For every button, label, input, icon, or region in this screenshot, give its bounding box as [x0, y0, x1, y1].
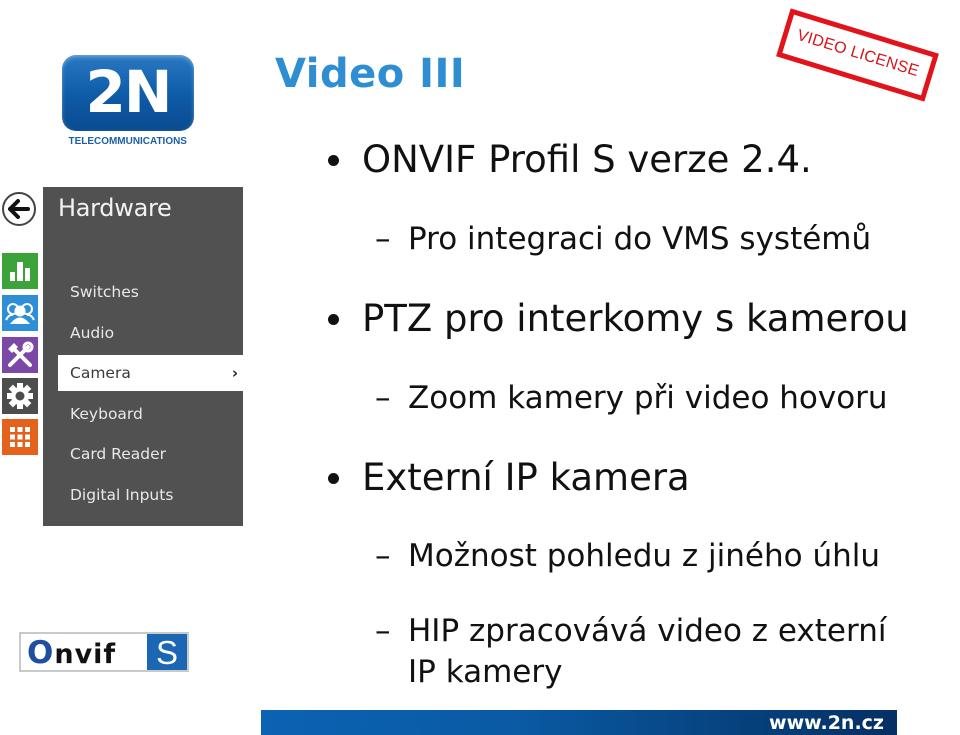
menu-item-camera[interactable]: Camera › — [58, 355, 250, 391]
stamp-text: VIDEO LICENSE — [794, 26, 921, 81]
sidebar-users-button[interactable] — [2, 295, 38, 331]
sub-bullet-angle: – Možnost pohledu z jiného úhlu — [375, 536, 881, 576]
sub-bullet-zoom: – Zoom kamery při video hovoru — [375, 378, 888, 418]
sub-bullet-text: Zoom kamery při video hovoru — [408, 380, 888, 416]
2n-logo-badge: 2N — [62, 55, 194, 131]
grid-icon — [10, 427, 30, 447]
status-icon — [10, 262, 30, 281]
sub-bullet-text: HIP zpracovává video z externí — [408, 613, 887, 649]
onvif-wordmark: Onvif — [27, 636, 116, 672]
onvif-profile-letter: S — [147, 634, 187, 671]
menu-item-label: Card Reader — [70, 445, 167, 463]
chevron-right-icon: › — [231, 364, 238, 382]
sub-bullet-vms: – Pro integraci do VMS systémů — [375, 219, 872, 259]
sidebar-hardware-button[interactable] — [2, 378, 38, 414]
menu-item-label: Switches — [70, 283, 139, 301]
menu-item-audio[interactable]: Audio — [58, 315, 243, 351]
menu-item-switches[interactable]: Switches — [58, 274, 243, 310]
sub-bullet-text: IP kamery — [408, 654, 563, 690]
dash-icon: – — [375, 538, 391, 574]
menu-item-label: Camera — [70, 364, 131, 382]
sub-bullet-text: Možnost pohledu z jiného úhlu — [408, 538, 881, 574]
menu-item-card-reader[interactable]: Card Reader — [58, 436, 243, 472]
dash-icon: – — [375, 380, 391, 416]
sub-bullet-text: Pro integraci do VMS systémů — [408, 221, 872, 257]
sub-bullet-hip: – HIP zpracovává video z externí — [375, 611, 887, 651]
bullet-text: PTZ pro interkomy s kamerou — [362, 297, 909, 340]
hardware-menu-title: Hardware — [58, 194, 172, 222]
back-button[interactable] — [2, 192, 36, 226]
sidebar-services-button[interactable] — [2, 337, 38, 373]
video-license-stamp: VIDEO LICENSE — [776, 8, 939, 102]
sidebar-system-button[interactable] — [2, 419, 38, 455]
dash-icon: – — [375, 613, 391, 649]
2n-logo-text: 2N — [85, 58, 173, 126]
menu-item-label: Keyboard — [70, 405, 143, 423]
gear-icon — [7, 383, 33, 409]
bullet-dot-icon — [328, 155, 339, 166]
footer-url: www.2n.cz — [769, 712, 884, 734]
dash-icon: – — [375, 221, 391, 257]
footer-bar: www.2n.cz — [261, 710, 897, 735]
menu-item-keyboard[interactable]: Keyboard — [58, 396, 243, 432]
onvif-profile-s-logo: Onvif S — [19, 632, 189, 672]
tools-icon — [8, 341, 34, 367]
menu-item-digital-inputs[interactable]: Digital Inputs — [58, 477, 243, 513]
onvif-word: nvif — [54, 639, 117, 670]
bullet-external-camera: Externí IP kamera — [328, 456, 690, 500]
onvif-o: O — [27, 635, 55, 671]
users-icon — [5, 303, 35, 324]
arrow-left-icon — [8, 199, 30, 219]
bullet-text: ONVIF Profil S verze 2.4. — [362, 138, 812, 181]
menu-item-label: Audio — [70, 324, 115, 342]
bullet-dot-icon — [328, 314, 339, 325]
menu-item-label: Digital Inputs — [70, 486, 174, 504]
bullet-dot-icon — [328, 473, 339, 484]
sidebar-status-button[interactable] — [2, 253, 38, 289]
sub-bullet-hip-continued: IP kamery — [408, 652, 562, 692]
2n-logo-tagline: TELECOMMUNICATIONS — [68, 135, 187, 147]
bullet-ptz: PTZ pro interkomy s kamerou — [328, 297, 909, 341]
bullet-onvif: ONVIF Profil S verze 2.4. — [328, 138, 812, 182]
bullet-text: Externí IP kamera — [362, 456, 690, 499]
2n-logo: 2N TELECOMMUNICATIONS — [62, 55, 194, 151]
slide-title: Video III — [275, 51, 466, 97]
